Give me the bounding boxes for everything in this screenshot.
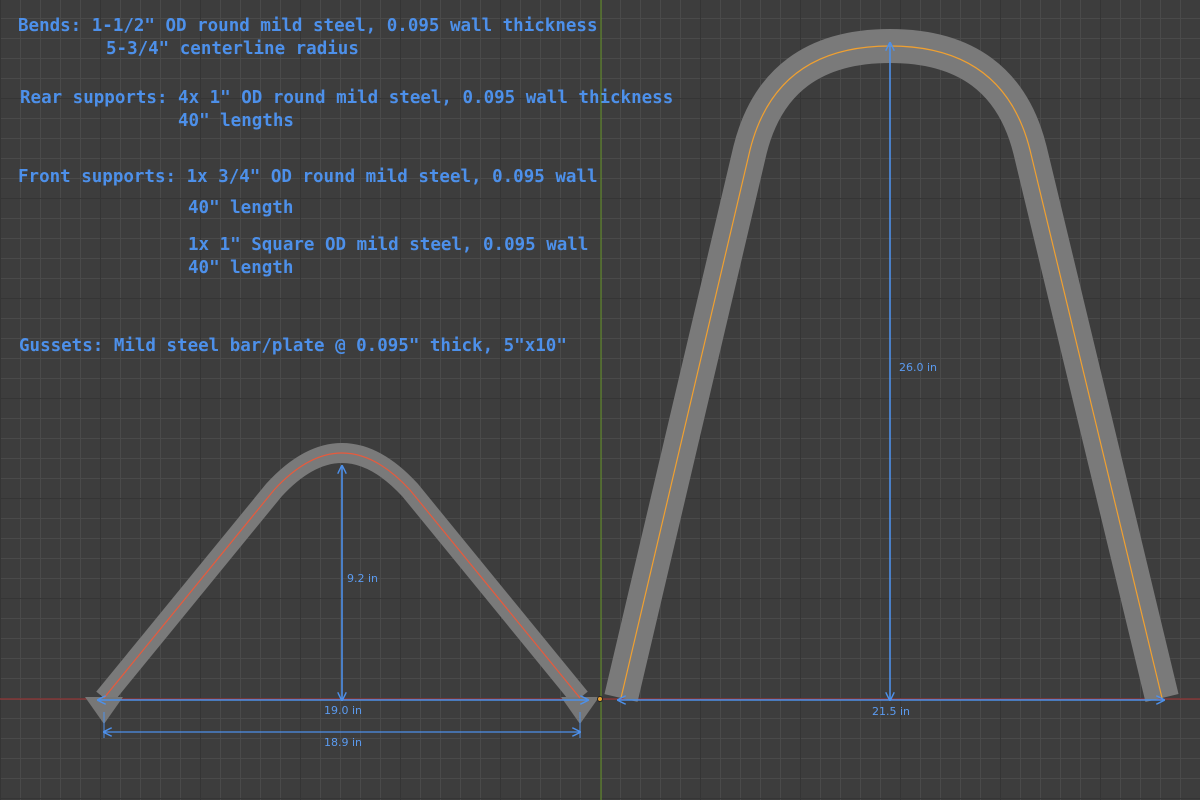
small-base-width-label: 19.0 in (324, 704, 362, 717)
large-height-label: 26.0 in (899, 361, 937, 374)
viewport-geometry: 9.2 in 19.0 in 18.9 in 26.0 in 21.5 in (0, 0, 1200, 800)
3d-viewport[interactable]: Bends: 1-1/2" OD round mild steel, 0.095… (0, 0, 1200, 800)
large-base-width-label: 21.5 in (872, 705, 910, 718)
small-height-label: 9.2 in (347, 572, 378, 585)
small-inner-width-label: 18.9 in (324, 736, 362, 749)
large-bend-tube[interactable] (604, 29, 1179, 702)
origin-point[interactable] (597, 696, 603, 702)
